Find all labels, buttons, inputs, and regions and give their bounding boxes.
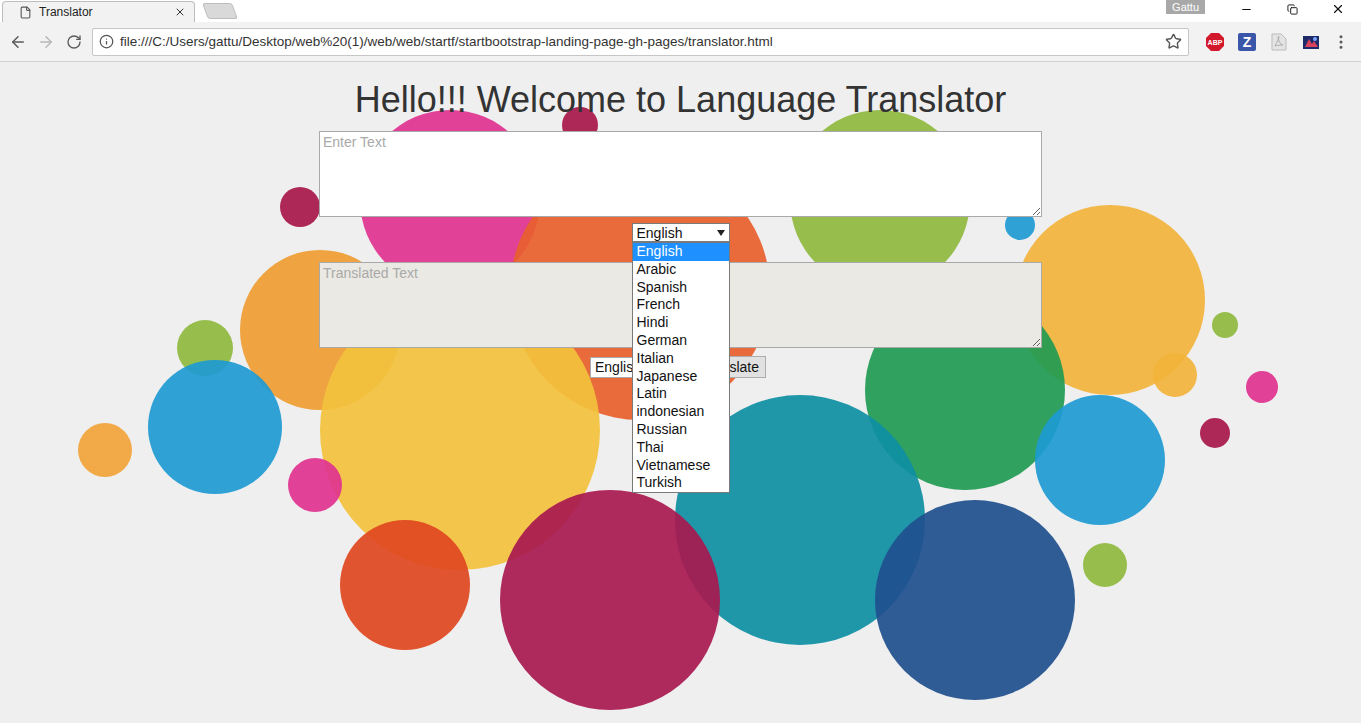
page-heading: Hello!!! Welcome to Language Translator [355, 79, 1007, 121]
pdf-document-icon [1271, 33, 1287, 51]
language-option[interactable]: Thai [633, 439, 729, 457]
language-option[interactable]: Russian [633, 421, 729, 439]
minimize-button[interactable] [1223, 0, 1269, 18]
language-option[interactable]: Japanese [633, 368, 729, 386]
language-option[interactable]: Hindi [633, 314, 729, 332]
language-options: EnglishArabicSpanishFrenchHindiGermanIta… [632, 242, 730, 493]
adblock-icon: ABP [1206, 33, 1224, 51]
reader-extension-icon [1302, 33, 1320, 51]
language-option[interactable]: Spanish [633, 279, 729, 297]
page-icon [19, 6, 32, 19]
menu-button[interactable] [1327, 28, 1355, 56]
extension-button[interactable]: ABP [1199, 28, 1231, 56]
language-option[interactable]: English [633, 243, 729, 261]
language-option[interactable]: Turkish [633, 474, 729, 492]
address-bar[interactable]: file:///C:/Users/gattu/Desktop/web%20(1)… [92, 28, 1189, 56]
language-option[interactable]: Latin [633, 385, 729, 403]
select-box[interactable]: English [632, 223, 730, 242]
url-text: file:///C:/Users/gattu/Desktop/web%20(1)… [120, 34, 1159, 49]
close-button[interactable] [1315, 0, 1361, 18]
svg-text:ABP: ABP [1208, 39, 1223, 46]
z-extension-icon: Z [1238, 33, 1256, 51]
reload-icon [66, 34, 82, 50]
browser-tab[interactable]: Translator [2, 1, 195, 22]
close-icon [1331, 2, 1345, 16]
extension-button[interactable]: Z [1231, 28, 1263, 56]
restore-icon [1287, 4, 1298, 15]
reload-button[interactable] [60, 28, 88, 56]
extension-button[interactable] [1295, 28, 1327, 56]
target-language-select[interactable]: EnglishEnglishArabicSpanishFrenchHindiGe… [632, 223, 730, 242]
language-option[interactable]: Vietnamese [633, 457, 729, 475]
info-icon[interactable] [99, 34, 114, 49]
extension-button[interactable] [1263, 28, 1295, 56]
restore-button[interactable] [1269, 0, 1315, 18]
window-controls [1223, 0, 1361, 18]
close-tab-icon[interactable] [174, 6, 186, 18]
language-option[interactable]: indonesian [633, 403, 729, 421]
toolbar: file:///C:/Users/gattu/Desktop/web%20(1)… [0, 22, 1361, 62]
bookmark-star-icon[interactable] [1165, 33, 1182, 50]
tab-title: Translator [39, 5, 167, 19]
page: Hello!!! Welcome to Language Translator E… [0, 62, 1361, 723]
language-option[interactable]: Arabic [633, 261, 729, 279]
new-tab-button[interactable] [202, 3, 238, 19]
forward-arrow-icon [37, 33, 55, 51]
menu-dots-icon [1332, 33, 1350, 51]
tab-strip: Translator Gattu [0, 0, 1361, 22]
language-option[interactable]: Italian [633, 350, 729, 368]
svg-text:Z: Z [1243, 34, 1252, 50]
minimize-icon [1240, 3, 1253, 16]
back-arrow-icon [9, 33, 27, 51]
input-text-area[interactable] [319, 131, 1042, 217]
language-option[interactable]: German [633, 332, 729, 350]
language-option[interactable]: French [633, 296, 729, 314]
back-button[interactable] [4, 28, 32, 56]
translator-form: Hello!!! Welcome to Language Translator E… [0, 62, 1361, 378]
browser-window: Translator Gattu file:///C:/Users/gattu/De… [0, 0, 1361, 723]
forward-button[interactable] [32, 28, 60, 56]
profile-badge[interactable]: Gattu [1166, 0, 1205, 14]
dropdown-arrow-icon [717, 230, 725, 236]
